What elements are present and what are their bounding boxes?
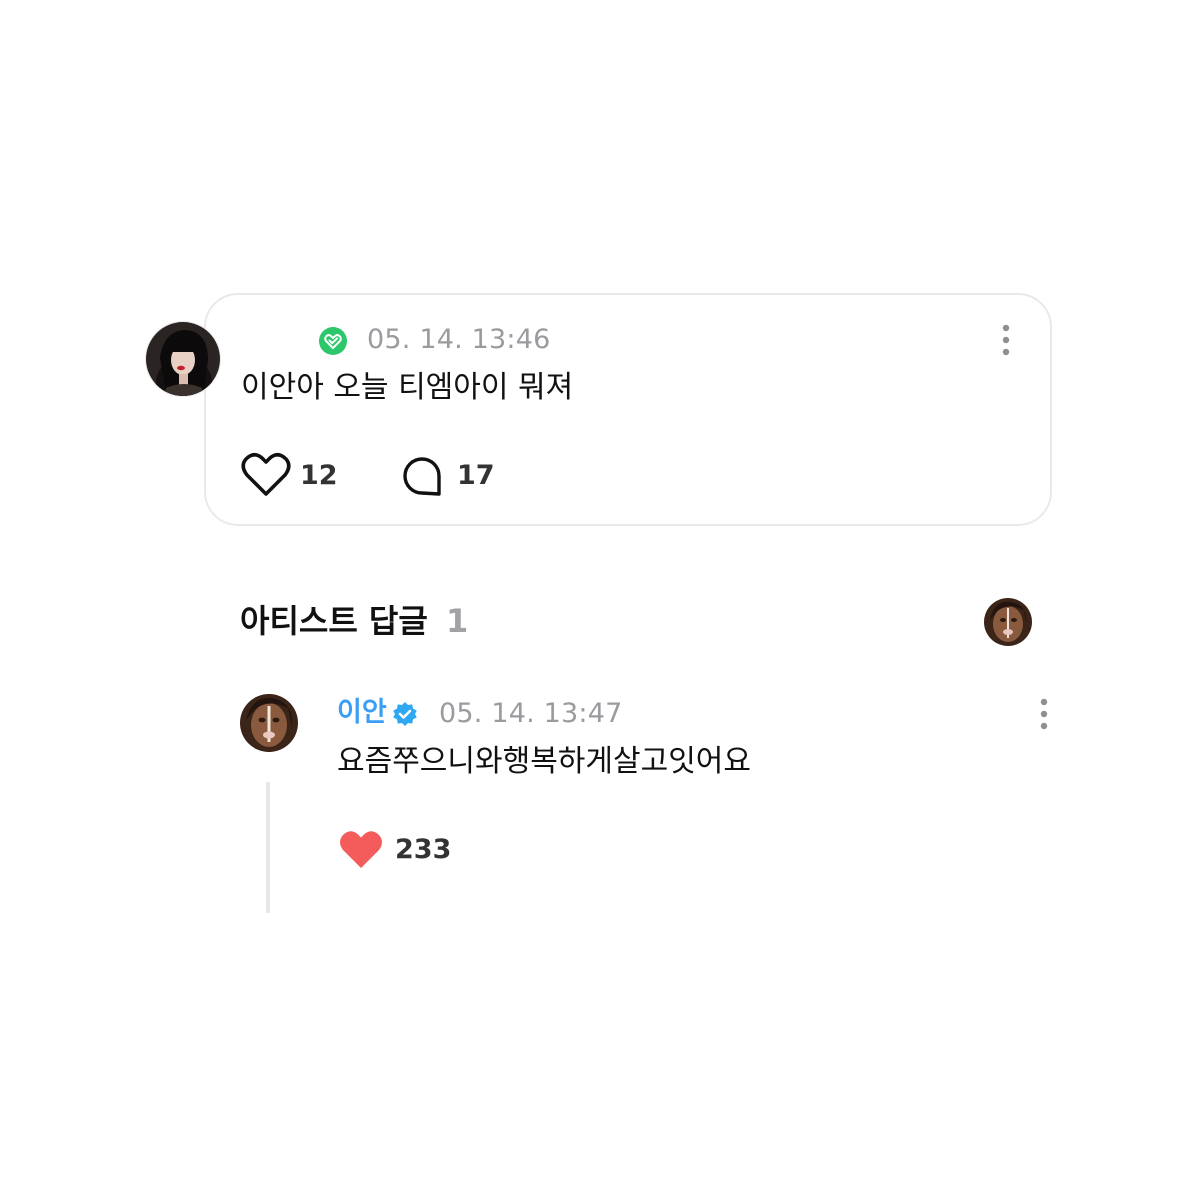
reply-body-text: 요즘쭈으니와행복하게살고잇어요: [337, 744, 751, 779]
verified-badge-icon: [393, 702, 417, 726]
post-body-text: 이안아 오늘 티엠아이 뭐져: [241, 370, 574, 405]
artist-replies-title: 아티스트 답글: [240, 602, 428, 640]
post-comment-count: 17: [457, 460, 495, 491]
heart-filled-icon[interactable]: [338, 828, 384, 870]
speech-bubble-icon[interactable]: [400, 454, 444, 498]
reply-like-count: 233: [395, 834, 452, 865]
post-like-count: 12: [300, 460, 338, 491]
more-vertical-icon[interactable]: [1000, 323, 1012, 357]
artist-avatar[interactable]: [984, 598, 1032, 646]
post-author-avatar[interactable]: [145, 321, 221, 397]
post-timestamp: 05. 14. 13:46: [367, 324, 551, 355]
thread-line: [266, 782, 270, 913]
reply-author-avatar[interactable]: [240, 694, 298, 752]
reply-timestamp: 05. 14. 13:47: [439, 698, 623, 729]
membership-heart-icon: [319, 327, 347, 355]
more-vertical-icon[interactable]: [1038, 697, 1050, 731]
heart-outline-icon[interactable]: [240, 452, 292, 498]
reply-author-name[interactable]: 이안: [337, 695, 387, 731]
artist-replies-count: 1: [446, 602, 469, 640]
